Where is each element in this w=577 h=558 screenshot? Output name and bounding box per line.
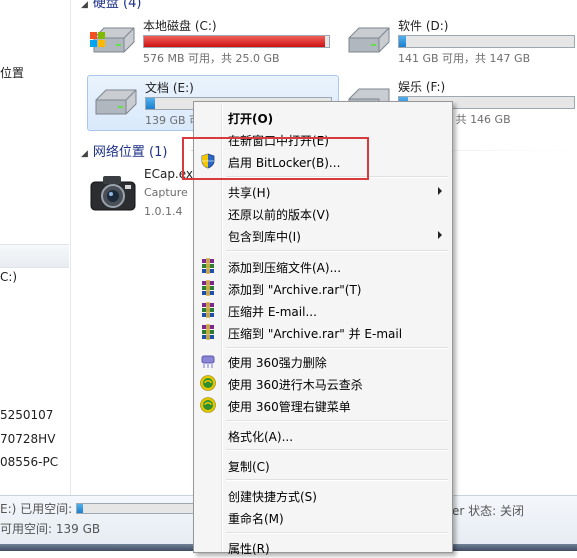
network-item-description: Capture [144,186,188,199]
menu-item-label: 使用 360进行木马云查杀 [228,378,363,392]
submenu-arrow-icon [438,187,442,195]
capacity-bar [398,35,575,48]
group-title: 网络位置 (1) [92,145,168,160]
menu-item-add-to-archive-rar[interactable]: 添加到 "Archive.rar"(T) [194,277,452,299]
capacity-fill [399,36,406,47]
capacity-bar [143,35,330,48]
menu-separator [226,449,448,451]
nav-item-network-location[interactable]: 位置 [0,64,24,81]
nav-item-computer-2[interactable]: 70728HV [0,432,55,446]
menu-item-properties[interactable]: 属性(R) [194,536,452,558]
winrar-icon [202,280,214,296]
menu-separator [226,532,448,534]
status-capacity-fill [77,504,83,513]
menu-separator [226,250,448,252]
menu-item-share[interactable]: 共享(H) [194,180,452,202]
menu-item-restore-previous[interactable]: 还原以前的版本(V) [194,202,452,224]
group-header-hard-disks[interactable]: ◢ 硬盘 (4) [81,0,141,11]
status-drive-used-label: E:) 已用空间: [0,502,73,516]
menu-separator [226,420,448,422]
group-title: 硬盘 (4) [92,0,142,11]
menu-item-label: 压缩并 E-mail... [228,305,317,319]
drive-space-info: 141 GB 可用，共 147 GB [398,52,531,65]
menu-item-360-manage-menu[interactable]: 使用 360管理右键菜单 [194,394,452,416]
drive-name: 文档 (E:) [145,81,194,95]
nav-item-computer-3[interactable]: 08556-PC [0,455,58,469]
menu-item-create-shortcut[interactable]: 创建快捷方式(S) [194,484,452,506]
menu-item-label: 添加到 "Archive.rar"(T) [228,283,362,297]
collapse-caret-icon[interactable]: ◢ [81,149,88,159]
360-icon [200,375,216,391]
menu-item-360-shred[interactable]: 使用 360强力删除 [194,350,452,372]
menu-item-add-to-archive[interactable]: 添加到压缩文件(A)... [194,255,452,277]
navigation-pane: 位置 C:) 5250107 70728HV 08556-PC [0,0,71,495]
status-bitlocker: er 状态: 关闭 [452,504,524,518]
menu-item-compress-email[interactable]: 压缩并 E-mail... [194,299,452,321]
nav-item-computer-1[interactable]: 5250107 [0,408,53,422]
submenu-arrow-icon [438,231,442,239]
drive-name: 软件 (D:) [398,19,449,33]
menu-item-format[interactable]: 格式化(A)... [194,424,452,446]
network-item-version: 1.0.1.4 [144,205,183,218]
nav-selected-item[interactable] [0,244,69,268]
shredder-icon [201,355,215,368]
menu-item-label: 复制(C) [228,460,270,474]
status-free-space: 可用空间: 139 GB [0,522,101,536]
menu-item-label: 格式化(A)... [228,430,294,444]
menu-item-copy[interactable]: 复制(C) [194,454,452,476]
drive-name: 本地磁盘 (C:) [143,19,217,33]
menu-item-label: 打开(O) [228,112,274,126]
menu-item-label: 压缩到 "Archive.rar" 并 E-mail [228,327,403,341]
hard-drive-icon [95,89,137,115]
menu-item-label: 共享(H) [228,186,271,200]
drive-item-d[interactable]: 软件 (D:) 141 GB 可用，共 147 GB [341,14,577,68]
windows-drive-icon [90,27,135,53]
menu-item-rename[interactable]: 重命名(M) [194,506,452,528]
menu-separator [226,347,448,349]
drive-space-info: 576 MB 可用，共 25.0 GB [143,52,280,65]
capacity-fill [146,98,156,109]
drive-space-info: 139 GB 可 [145,114,201,127]
drive-item-c[interactable]: 本地磁盘 (C:) 576 MB 可用，共 25.0 GB [86,14,336,68]
menu-item-open[interactable]: 打开(O) [194,106,452,128]
winrar-icon [202,324,214,340]
360-icon [200,397,216,413]
menu-separator [226,479,448,481]
menu-item-label: 使用 360强力删除 [228,356,327,370]
nav-item-drive-c[interactable]: C:) [0,270,17,284]
menu-item-label: 属性(R) [228,542,270,556]
menu-item-360-trojan-scan[interactable]: 使用 360进行木马云查杀 [194,372,452,394]
hard-drive-icon [348,27,390,53]
menu-item-label: 使用 360管理右键菜单 [228,400,351,414]
menu-item-include-in-library[interactable]: 包含到库中(I) [194,224,452,246]
collapse-caret-icon[interactable]: ◢ [81,0,88,10]
winrar-icon [202,302,214,318]
annotation-highlight-box [182,137,369,180]
camera-icon [90,176,136,211]
menu-item-label: 创建快捷方式(S) [228,490,317,504]
drive-name: 娱乐 (F:) [398,80,446,94]
menu-item-compress-rar-email[interactable]: 压缩到 "Archive.rar" 并 E-mail [194,321,452,343]
menu-item-label: 包含到库中(I) [228,230,301,244]
winrar-icon [202,258,214,274]
group-header-network[interactable]: ◢ 网络位置 (1) [81,141,167,160]
menu-item-label: 添加到压缩文件(A)... [228,261,342,275]
capacity-fill [144,36,326,47]
menu-item-label: 还原以前的版本(V) [228,208,330,222]
menu-item-label: 重命名(M) [228,512,284,526]
